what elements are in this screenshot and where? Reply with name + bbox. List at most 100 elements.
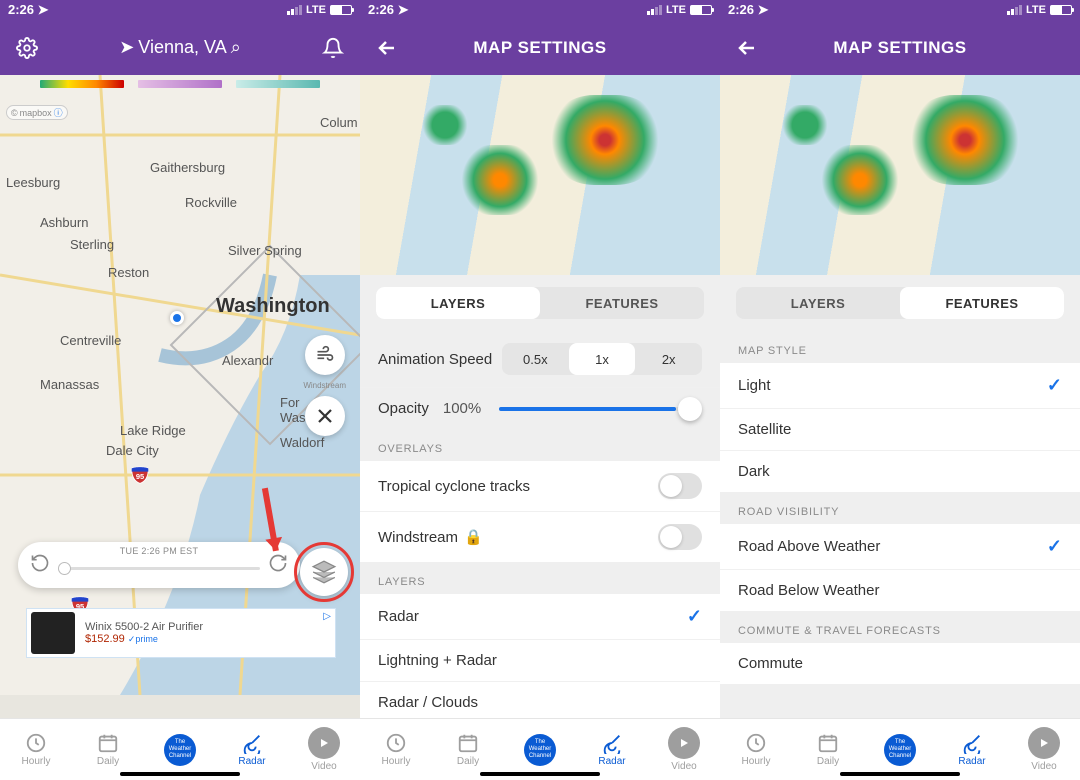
speed-05x[interactable]: 0.5x xyxy=(502,343,569,375)
settings-body: LAYERS FEATURES MAP STYLE Light✓ Satelli… xyxy=(720,275,1080,718)
mapbox-attribution: © mapbox ⓘ xyxy=(6,105,68,120)
opacity-value: 100% xyxy=(443,400,481,417)
legend-rain xyxy=(40,80,124,88)
speed-2x[interactable]: 2x xyxy=(635,343,702,375)
nav-video[interactable]: Video xyxy=(1008,719,1080,780)
slider-thumb[interactable] xyxy=(678,397,702,421)
speed-segment: 0.5x 1x 2x xyxy=(502,343,702,375)
toggle-windstream[interactable] xyxy=(658,524,702,550)
opacity-row: Opacity 100% xyxy=(360,387,720,429)
status-bar: 2:26 ➤ LTE xyxy=(360,0,720,20)
nav-home[interactable]: The Weather Channel xyxy=(504,719,576,780)
timeline-thumb[interactable] xyxy=(58,562,71,575)
layers-fab[interactable] xyxy=(300,548,348,596)
radar-icon xyxy=(601,732,623,754)
bottom-nav: Hourly Daily The Weather Channel Radar V… xyxy=(360,718,720,780)
nav-radar[interactable]: Radar xyxy=(936,719,1008,780)
status-time: 2:26 ➤ xyxy=(728,2,769,18)
status-bar: 2:26 ➤ LTE xyxy=(0,0,360,20)
timeline-scrubber[interactable]: TUE 2:26 PM EST xyxy=(18,542,300,588)
timeline-track[interactable] xyxy=(58,567,260,570)
road-above[interactable]: Road Above Weather✓ xyxy=(720,524,1080,569)
adchoices-icon[interactable]: ▷ xyxy=(323,611,331,622)
overlays-header: OVERLAYS xyxy=(360,429,720,461)
ad-banner[interactable]: Winix 5500-2 Air Purifier $152.99 ✓prime… xyxy=(26,608,336,658)
check-icon: ✓ xyxy=(1047,375,1062,396)
layers-header: LAYERS xyxy=(360,562,720,594)
nav-hourly[interactable]: Hourly xyxy=(0,719,72,780)
nav-radar[interactable]: Radar xyxy=(576,719,648,780)
notifications-bell-icon[interactable] xyxy=(320,35,346,61)
style-satellite[interactable]: Satellite xyxy=(720,408,1080,450)
settings-gear-icon[interactable] xyxy=(14,35,40,61)
tab-features[interactable]: FEATURES xyxy=(540,287,704,319)
timeline-label: TUE 2:26 PM EST xyxy=(18,546,300,556)
animation-speed-row: Animation Speed 0.5x 1x 2x xyxy=(360,331,720,387)
lock-icon: 🔒 xyxy=(464,528,483,546)
layer-radar[interactable]: Radar ✓ xyxy=(360,594,720,639)
map-fab-column: Windstream xyxy=(303,335,346,436)
svg-text:95: 95 xyxy=(136,472,144,481)
battery-icon xyxy=(330,5,352,15)
home-indicator[interactable] xyxy=(480,772,600,776)
nav-video[interactable]: Video xyxy=(288,719,360,780)
nav-radar[interactable]: Radar xyxy=(216,719,288,780)
location-name: Vienna, VA xyxy=(138,37,226,58)
nav-daily[interactable]: Daily xyxy=(792,719,864,780)
nav-hourly[interactable]: Hourly xyxy=(360,719,432,780)
windstream-fab[interactable] xyxy=(305,335,345,375)
nav-video[interactable]: Video xyxy=(648,719,720,780)
style-light[interactable]: Light✓ xyxy=(720,363,1080,408)
play-icon xyxy=(1028,727,1060,759)
legend-snow xyxy=(236,80,320,88)
map-legend xyxy=(40,80,320,88)
timeline-rewind-icon[interactable] xyxy=(30,553,50,578)
interstate-95-icon: 95 xyxy=(130,465,150,485)
home-indicator[interactable] xyxy=(120,772,240,776)
map-style-header: MAP STYLE xyxy=(720,331,1080,363)
windstream-fab-label: Windstream xyxy=(303,381,346,390)
status-right: LTE xyxy=(287,4,352,16)
pane-settings-features: 2:26 ➤ LTE MAP SETTINGS LAYERS FEATURES … xyxy=(720,0,1080,780)
opacity-slider[interactable] xyxy=(499,407,702,411)
layer-clouds[interactable]: Radar / Clouds xyxy=(360,681,720,718)
road-below[interactable]: Road Below Weather xyxy=(720,569,1080,611)
tab-layers[interactable]: LAYERS xyxy=(376,287,540,319)
nav-daily[interactable]: Daily xyxy=(72,719,144,780)
nav-hourly[interactable]: Hourly xyxy=(720,719,792,780)
bottom-nav: Hourly Daily The Weather Channel Radar V… xyxy=(0,718,360,780)
pane-main-map: 2:26 ➤ LTE ➤ Vienna, VA ⌕ xyxy=(0,0,360,780)
overlay-windstream[interactable]: Windstream 🔒 xyxy=(360,511,720,562)
tab-features[interactable]: FEATURES xyxy=(900,287,1064,319)
ad-text: Winix 5500-2 Air Purifier $152.99 ✓prime xyxy=(85,621,203,645)
back-arrow-icon[interactable] xyxy=(734,35,760,61)
layer-lightning[interactable]: Lightning + Radar xyxy=(360,639,720,681)
close-fab[interactable] xyxy=(305,396,345,436)
check-icon: ✓ xyxy=(687,606,702,627)
toggle-tropical[interactable] xyxy=(658,473,702,499)
bottom-nav: Hourly Daily The Weather Channel Radar V… xyxy=(720,718,1080,780)
map-preview xyxy=(360,75,720,275)
status-time: 2:26 ➤ xyxy=(368,2,409,18)
map-canvas[interactable]: © mapbox ⓘ Colum Gaithersburg Rockville … xyxy=(0,75,360,718)
nav-home[interactable]: The Weather Channel xyxy=(864,719,936,780)
city-rockville: Rockville xyxy=(185,195,237,210)
speed-1x[interactable]: 1x xyxy=(569,343,636,375)
network-label: LTE xyxy=(306,4,326,16)
location-selector[interactable]: ➤ Vienna, VA ⌕ xyxy=(119,37,241,58)
city-centreville: Centreville xyxy=(60,333,121,348)
city-gaithersburg: Gaithersburg xyxy=(150,160,225,175)
nav-daily[interactable]: Daily xyxy=(432,719,504,780)
commute-row[interactable]: Commute xyxy=(720,643,1080,684)
tab-layers[interactable]: LAYERS xyxy=(736,287,900,319)
tabs-segment: LAYERS FEATURES xyxy=(736,287,1064,319)
timeline-forward-icon[interactable] xyxy=(268,553,288,578)
nav-home[interactable]: The Weather Channel xyxy=(144,719,216,780)
settings-header: MAP SETTINGS xyxy=(720,20,1080,75)
home-indicator[interactable] xyxy=(840,772,960,776)
style-dark[interactable]: Dark xyxy=(720,450,1080,492)
road-visibility-header: ROAD VISIBILITY xyxy=(720,492,1080,524)
radar-icon xyxy=(961,732,983,754)
back-arrow-icon[interactable] xyxy=(374,35,400,61)
overlay-tropical[interactable]: Tropical cyclone tracks xyxy=(360,461,720,511)
